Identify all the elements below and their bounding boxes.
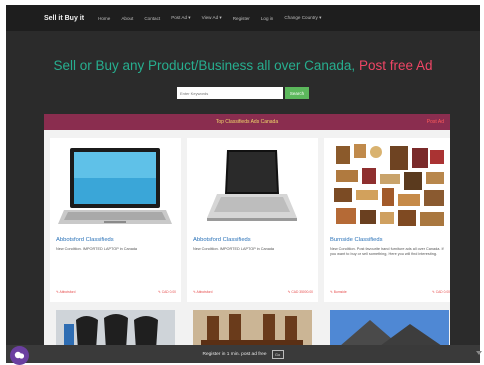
ad-location: ✎ Abbotsford [193,290,213,294]
ad-card[interactable]: Burnside Classifieds New Condition. Post… [324,138,450,302]
ad-description: New Condition. IMPORTED LAPTOP in Canada [56,247,138,251]
ad-location-text: Abbotsford [196,290,213,294]
ad-title[interactable]: Abbotsford Classifieds [193,237,251,243]
chat-icon[interactable] [10,346,29,365]
nav-change-country[interactable]: Change Country ▾ [284,15,321,21]
ad-location-text: Abbotsford [59,290,76,294]
laptop-image[interactable] [193,142,312,233]
search-bar: Search [6,87,480,99]
ad-price-text: CAD 0.00 [435,290,450,294]
ad-price: ✎ CAD 0.00 [158,290,176,294]
nav-post-ad[interactable]: Post Ad ▾ [171,15,190,21]
ad-description: New Condition. Post favourite hand furni… [330,247,444,256]
ad-price-text: CAD 0.00 [161,290,176,294]
panel-title: Top Classifieds Ads Canada [215,119,279,125]
ad-description: New Condition. IMPORTED LAPTOP in Canada [193,247,275,251]
ad-footer: ✎ Burnside ✎ CAD 0.00 [330,290,450,296]
ad-location-text: Burnside [333,290,347,294]
search-input[interactable] [177,87,283,99]
brand-logo[interactable]: Sell it Buy it [44,15,84,22]
nav-view-ad[interactable]: View Ad ▾ [202,15,222,21]
page-frame: Sell it Buy it Home About Contact Post A… [6,5,480,363]
furniture-image[interactable] [330,142,449,233]
ad-footer: ✎ Abbotsford ✎ CAD 35000.00 [193,290,313,296]
hero-headline: Sell or Buy any Product/Business all ove… [6,58,480,73]
top-navbar: Sell it Buy it Home About Contact Post A… [6,5,480,31]
ad-price-text: CAD 35000.00 [291,290,313,294]
ad-location: ✎ Burnside [330,290,347,294]
search-button[interactable]: Search [285,87,309,99]
ad-footer: ✎ Abbotsford ✎ CAD 0.00 [56,290,176,296]
post-free-ad-link[interactable]: Post free Ad [359,58,433,73]
panel-header: Top Classifieds Ads Canada Post Ad [44,114,450,130]
ad-card[interactable]: Abbotsford Classifieds New Condition. IM… [50,138,181,302]
nav-about[interactable]: About [121,16,133,21]
ad-card[interactable]: Abbotsford Classifieds New Condition. IM… [187,138,318,302]
register-go-button[interactable]: Go [271,349,284,359]
top-classifieds-panel: Top Classifieds Ads Canada Post Ad Abbot… [44,114,450,363]
laptop-image[interactable] [56,142,175,233]
ad-title[interactable]: Abbotsford Classifieds [56,237,114,243]
ad-location: ✎ Abbotsford [56,290,76,294]
panel-post-ad-link[interactable]: Post Ad [427,119,444,125]
nav-contact[interactable]: Contact [144,16,160,21]
ads-grid: Abbotsford Classifieds New Condition. IM… [44,130,450,363]
nav-login[interactable]: Log in [261,16,274,21]
ad-price: ✎ CAD 35000.00 [287,290,313,294]
nav-register[interactable]: Register [233,16,250,21]
register-bar: Register in 1 min. post ad free Go [6,345,480,363]
ad-title[interactable]: Burnside Classifieds [330,237,383,243]
hero-headline-text: Sell or Buy any Product/Business all ove… [53,58,356,73]
nav-home[interactable]: Home [98,16,110,21]
ad-price: ✎ CAD 0.00 [432,290,450,294]
register-bar-text: Register in 1 min. post ad free [202,351,267,357]
scroll-down-icon[interactable] [476,351,482,355]
